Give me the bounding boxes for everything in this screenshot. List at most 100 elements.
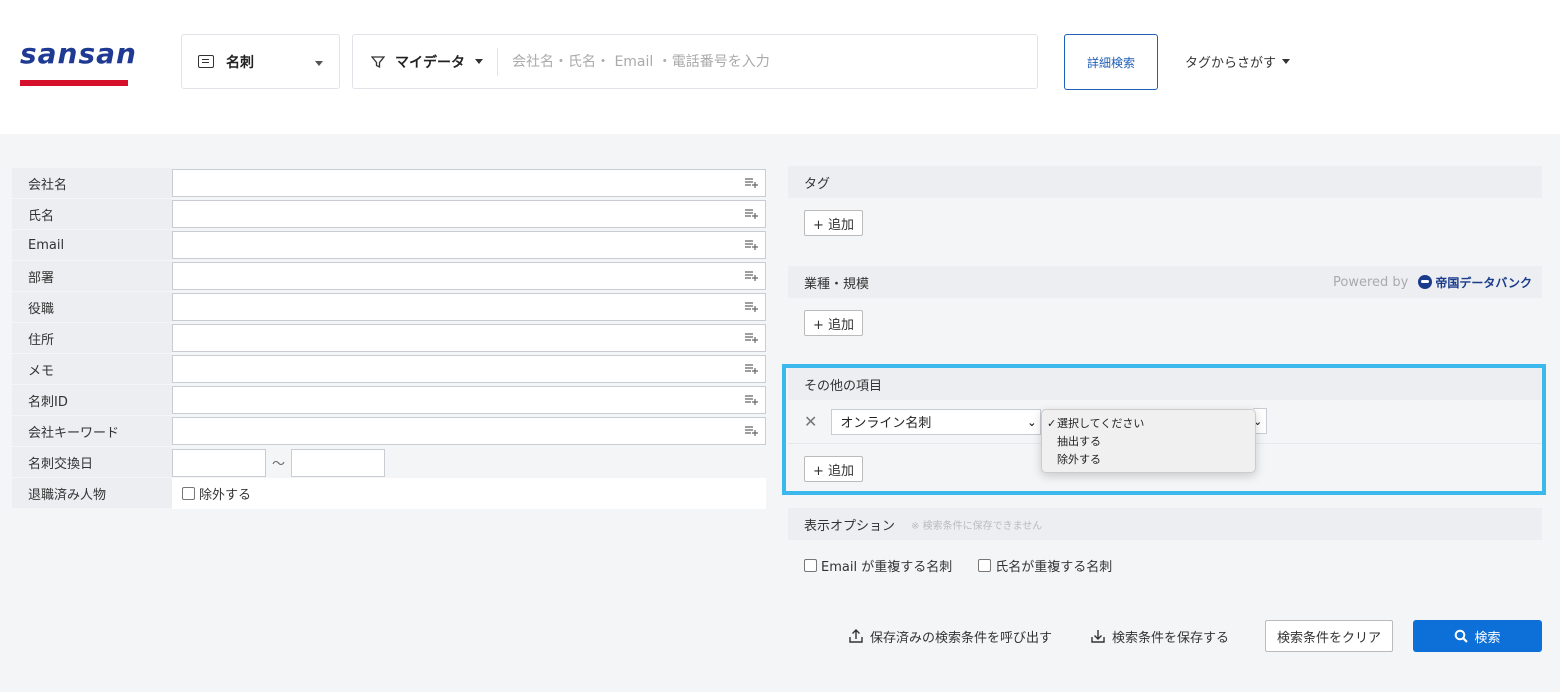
list-add-icon[interactable] xyxy=(745,333,758,343)
logo-text: sansan xyxy=(20,37,137,70)
card-id-input[interactable] xyxy=(172,386,766,414)
data-type-select[interactable]: 名刺 xyxy=(181,34,340,89)
company-label: 会社名 xyxy=(12,168,172,199)
list-add-icon[interactable] xyxy=(745,209,758,219)
search-box: マイデータ xyxy=(352,34,1038,89)
tdb-logo: 帝国データバンク xyxy=(1418,274,1532,291)
title-input[interactable] xyxy=(172,293,766,321)
dup-email-checkbox[interactable] xyxy=(804,558,817,572)
sansan-logo[interactable]: sansan xyxy=(20,37,137,86)
department-label: 部署 xyxy=(12,261,172,292)
display-options-panel: 表示オプション ※ 検索条件に保存できません Email が重複する名刺 氏名が… xyxy=(788,508,1542,590)
list-add-icon[interactable] xyxy=(745,271,758,281)
save-condition-label: 検索条件を保存する xyxy=(1112,630,1230,646)
clear-condition-button[interactable]: 検索条件をクリア xyxy=(1265,620,1393,652)
dropdown-option-label: 除外する xyxy=(1057,453,1101,466)
form-row-exchange-date: 名刺交換日 〜 xyxy=(12,447,766,478)
form-row-card-id: 名刺ID xyxy=(12,385,766,416)
dup-email-option[interactable]: Email が重複する名刺 xyxy=(804,556,952,575)
filter-icon[interactable] xyxy=(371,55,385,69)
mode-dropdown-menu: ✓ 選択してください 抽出する 除外する xyxy=(1041,409,1256,473)
scope-caret-down-icon[interactable] xyxy=(475,59,483,64)
powered-by: Powered by 帝国データバンク xyxy=(1333,274,1532,291)
tag-search-menu[interactable]: タグからさがす xyxy=(1185,52,1291,71)
business-card-icon xyxy=(198,55,214,68)
form-row-title: 役職 xyxy=(12,292,766,323)
date-separator: 〜 xyxy=(272,457,286,472)
caret-down-icon xyxy=(315,61,323,66)
tag-head: タグ xyxy=(788,166,1542,198)
search-button[interactable]: 検索 xyxy=(1413,620,1542,652)
title-label: 役職 xyxy=(12,292,172,323)
search-divider xyxy=(497,47,498,76)
form-row-memo: メモ xyxy=(12,354,766,385)
load-saved-action[interactable]: 保存済みの検索条件を呼び出す xyxy=(848,620,1052,652)
form-row-company: 会社名 xyxy=(12,168,766,199)
options-note: ※ 検索条件に保存できません xyxy=(911,520,1043,532)
options-head-label: 表示オプション xyxy=(804,518,896,534)
retired-label: 退職済み人物 xyxy=(12,478,172,509)
form-row-address: 住所 xyxy=(12,323,766,354)
list-add-icon[interactable] xyxy=(745,364,758,374)
address-label: 住所 xyxy=(12,323,172,354)
tag-add-button[interactable]: + 追加 xyxy=(804,210,864,236)
tag-search-label: タグからさがす xyxy=(1185,56,1277,71)
logo-underline xyxy=(20,80,128,86)
dup-name-option[interactable]: 氏名が重複する名刺 xyxy=(978,556,1112,575)
keyword-input[interactable] xyxy=(172,417,766,445)
address-input[interactable] xyxy=(172,324,766,352)
form-row-name: 氏名 xyxy=(12,199,766,230)
email-label: Email xyxy=(12,230,172,261)
dup-email-label: Email が重複する名刺 xyxy=(821,559,953,575)
date-to-input[interactable] xyxy=(291,448,386,477)
memo-label: メモ xyxy=(12,354,172,385)
exchange-date-label: 名刺交換日 xyxy=(12,447,172,478)
form-row-department: 部署 xyxy=(12,261,766,292)
list-add-icon[interactable] xyxy=(745,395,758,405)
name-input[interactable] xyxy=(172,200,766,228)
dropdown-option-label: 抽出する xyxy=(1057,435,1101,448)
tdb-brand: 帝国データバンク xyxy=(1435,275,1532,290)
dropdown-option-label: 選択してください xyxy=(1057,417,1145,430)
search-icon xyxy=(1455,629,1469,643)
industry-panel: 業種・規模 Powered by 帝国データバンク + 追加 xyxy=(788,266,1542,348)
search-form: 会社名 氏名 Email 部署 役職 住所 メモ 名刺ID 会社キーワード 名刺… xyxy=(12,168,766,509)
scope-select-label[interactable]: マイデータ xyxy=(395,52,465,72)
list-add-icon[interactable] xyxy=(745,178,758,188)
dup-name-checkbox[interactable] xyxy=(978,558,992,572)
dropdown-option-extract[interactable]: 抽出する xyxy=(1047,433,1255,451)
list-add-icon[interactable] xyxy=(745,240,758,250)
industry-add-button[interactable]: + 追加 xyxy=(804,310,864,336)
list-add-icon[interactable] xyxy=(745,302,758,312)
card-id-label: 名刺ID xyxy=(12,385,172,416)
industry-head: 業種・規模 Powered by 帝国データバンク xyxy=(788,266,1542,298)
search-input[interactable] xyxy=(512,41,1037,82)
search-button-label: 検索 xyxy=(1474,630,1501,646)
data-type-label: 名刺 xyxy=(226,54,254,71)
keyword-label: 会社キーワード xyxy=(12,416,172,447)
company-input[interactable] xyxy=(172,169,766,197)
name-label: 氏名 xyxy=(12,199,172,230)
email-input[interactable] xyxy=(172,231,766,259)
tag-search-caret-icon xyxy=(1282,59,1291,64)
dropdown-option-select[interactable]: ✓ 選択してください xyxy=(1047,415,1255,433)
memo-input[interactable] xyxy=(172,355,766,383)
dropdown-option-exclude[interactable]: 除外する xyxy=(1047,451,1255,469)
retired-exclude-checkbox[interactable] xyxy=(182,487,195,500)
upload-icon xyxy=(849,629,863,643)
download-icon xyxy=(1091,630,1105,643)
tag-panel: タグ + 追加 xyxy=(788,166,1542,248)
retired-exclude-option[interactable]: 除外する xyxy=(172,478,766,509)
date-from-input[interactable] xyxy=(172,448,266,477)
main-area: 会社名 氏名 Email 部署 役職 住所 メモ 名刺ID 会社キーワード 名刺… xyxy=(0,134,1560,692)
form-row-retired: 退職済み人物 除外する xyxy=(12,478,766,509)
list-add-icon[interactable] xyxy=(745,426,758,436)
checkmark-icon: ✓ xyxy=(1047,417,1057,430)
industry-head-label: 業種・規模 xyxy=(804,276,870,292)
department-input[interactable] xyxy=(172,262,766,290)
save-condition-action[interactable]: 検索条件を保存する xyxy=(1090,620,1229,652)
advanced-search-button[interactable]: 詳細検索 xyxy=(1064,34,1158,90)
tdb-mark-icon xyxy=(1418,275,1433,289)
options-head: 表示オプション ※ 検索条件に保存できません xyxy=(788,508,1542,540)
load-saved-label: 保存済みの検索条件を呼び出す xyxy=(870,630,1053,646)
